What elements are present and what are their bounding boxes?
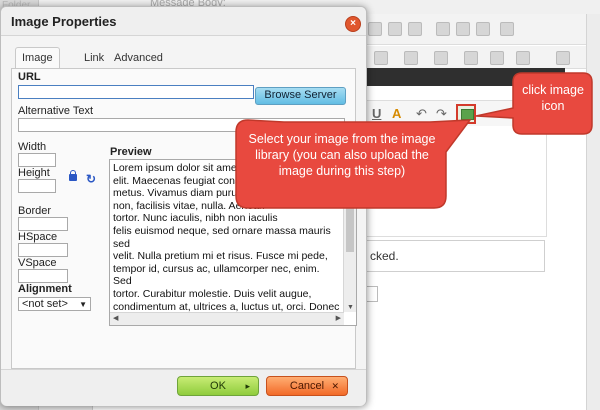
toolbar-icon[interactable] (476, 22, 490, 36)
image-icon (461, 109, 474, 120)
scroll-thumb[interactable] (346, 172, 354, 252)
main-callout-text: Select your image from the image library… (248, 132, 436, 178)
image-properties-dialog: Image Properties × Image Info Link Advan… (0, 6, 367, 406)
browse-server-button[interactable]: Browse Server (255, 87, 346, 105)
width-label: Width (18, 141, 47, 153)
editor-toolbar-row-2 (360, 46, 600, 69)
ok-button-label: OK (210, 380, 226, 392)
underline-icon[interactable]: U (372, 106, 381, 121)
vspace-input[interactable] (18, 269, 68, 283)
cancel-button-label: Cancel (289, 380, 325, 392)
text-color-icon[interactable]: A (392, 106, 401, 121)
scroll-right-icon[interactable]: ▶ (336, 314, 341, 322)
url-input[interactable] (18, 85, 254, 99)
link-icon[interactable] (556, 51, 570, 65)
toolbar-icon[interactable] (408, 22, 422, 36)
lock-ratio-icon[interactable] (69, 170, 77, 181)
border-input[interactable] (18, 217, 68, 231)
preview-text: Lorem ipsum dolor sit amet, conse elit. … (113, 162, 340, 325)
alignment-select[interactable]: <not set> ▼ (18, 297, 91, 311)
eraser-icon[interactable] (404, 51, 418, 65)
close-icon[interactable]: × (345, 16, 361, 32)
dialog-footer: OK ▸ Cancel ✕ (1, 369, 366, 406)
preview-box: Lorem ipsum dolor sit amet, conse elit. … (109, 159, 357, 326)
image-icon[interactable] (434, 51, 448, 65)
notice-text: cked. (370, 249, 399, 263)
toolbar-icon[interactable] (436, 22, 450, 36)
scroll-down-icon[interactable]: ▼ (347, 304, 354, 311)
preview-vertical-scrollbar[interactable]: ▲ ▼ (343, 160, 356, 312)
alt-text-input[interactable] (18, 118, 345, 132)
scroll-left-icon[interactable]: ◀ (113, 314, 118, 322)
insert-image-button[interactable] (456, 104, 476, 124)
toolbar-icon[interactable] (368, 22, 382, 36)
reset-size-icon[interactable]: ↻ (86, 172, 96, 186)
alt-text-label: Alternative Text (18, 105, 94, 117)
alignment-selected-value: <not set> (22, 298, 68, 310)
height-input[interactable] (18, 179, 56, 193)
align-icon[interactable] (374, 51, 388, 65)
undo-icon[interactable]: ↶ (416, 106, 427, 122)
ok-button[interactable]: OK ▸ (177, 376, 259, 396)
table-icon[interactable] (464, 51, 478, 65)
preview-horizontal-scrollbar[interactable]: ◀ ▶ (110, 312, 344, 325)
url-label: URL (18, 71, 41, 83)
border-label: Border (18, 205, 52, 217)
small-control[interactable] (366, 286, 378, 302)
redo-icon[interactable]: ↷ (436, 106, 447, 122)
align-left-icon[interactable] (490, 51, 504, 65)
hspace-label: HSpace (18, 231, 58, 243)
width-input[interactable] (18, 153, 56, 167)
toolbar-icon[interactable] (388, 22, 402, 36)
dialog-title: Image Properties (11, 14, 117, 29)
toolbar-icon[interactable] (500, 22, 514, 36)
tab-image-info[interactable]: Image Info (15, 47, 60, 84)
dialog-header: Image Properties × (1, 7, 366, 36)
tab-advanced[interactable]: Advanced (107, 47, 170, 68)
align-center-icon[interactable] (516, 51, 530, 65)
cancel-button[interactable]: Cancel ✕ (266, 376, 348, 396)
alignment-label: Alignment (18, 283, 72, 295)
height-label: Height (18, 167, 50, 179)
editor-toolbar-row-1 (360, 14, 600, 45)
hspace-input[interactable] (18, 243, 68, 257)
click-callout-text: click image icon (522, 83, 584, 113)
vspace-label: VSpace (18, 257, 57, 269)
arrow-right-icon: ▸ (245, 381, 250, 391)
page-scrollbar[interactable] (586, 14, 600, 410)
notice-box: cked. (365, 240, 545, 272)
chevron-down-icon: ▼ (79, 300, 87, 309)
close-small-icon: ✕ (331, 381, 339, 391)
preview-label: Preview (110, 146, 152, 158)
toolbar-icon[interactable] (456, 22, 470, 36)
